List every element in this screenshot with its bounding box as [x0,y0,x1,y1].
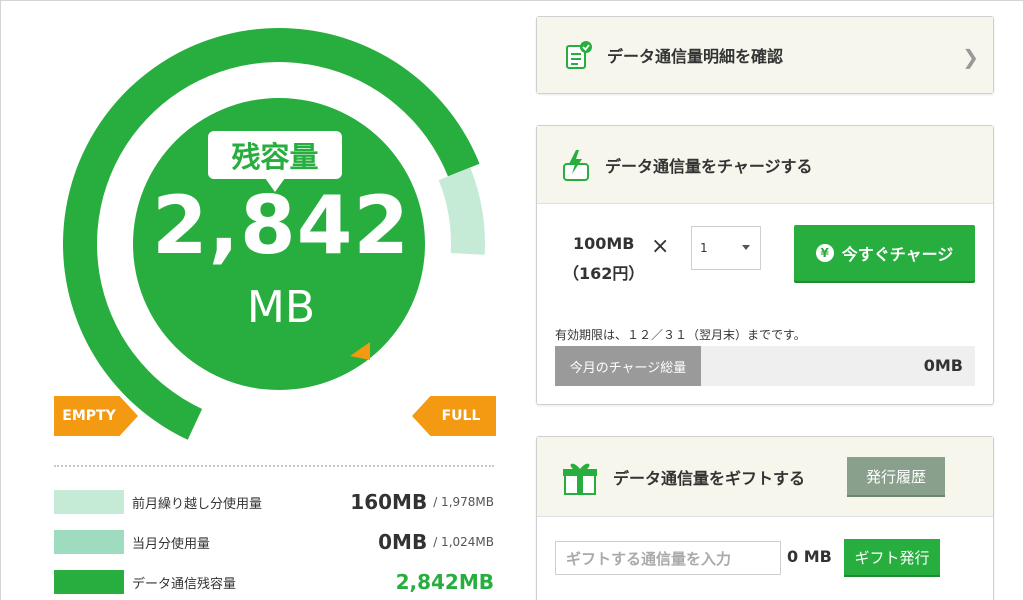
legend-swatch [54,570,124,594]
gift-card: データ通信量をギフトする 発行履歴 ギフトする通信量を入力 0 MB ギフト発行 [536,436,994,600]
legend-divider [54,465,494,467]
legend-row-carryover: 前月繰り越し分使用量 160MB / 1,978MB [54,482,494,522]
usage-legend: 前月繰り越し分使用量 160MB / 1,978MB 当月分使用量 0MB / … [54,482,494,600]
legend-row-current: 当月分使用量 0MB / 1,024MB [54,522,494,562]
multiply-sign: × [651,234,670,259]
charge-header: データ通信量をチャージする [537,126,993,204]
gift-issue-button[interactable]: ギフト発行 [844,539,940,575]
charge-card: データ通信量をチャージする 100MB （162円） × 1 ¥ 今すぐチャージ… [536,125,994,405]
yen-icon: ¥ [815,244,834,262]
caret-down-icon [742,245,750,250]
legend-total: / 1,978MB [433,495,494,509]
legend-value: 0MB [378,530,428,554]
quantity-value: 1 [700,241,708,255]
monthly-charge-total-value: 0MB [923,356,963,375]
charge-expiry-note: 有効期限は、１２／３１（翌月末）までです。 [555,328,806,342]
charge-price-block: 100MB （162円） [563,229,644,289]
document-check-icon [565,40,593,70]
remaining-value: 2,842 [151,179,411,272]
gift-history-button[interactable]: 発行履歴 [847,457,945,495]
remaining-label-tag: 残容量 [208,131,342,192]
gauge-used-arc [438,167,485,255]
charge-now-label: 今すぐチャージ [841,245,954,264]
legend-row-remaining: データ通信残容量 2,842MB [54,562,494,600]
gift-amount-unit: 0 MB [787,547,832,566]
remaining-unit: MB [246,282,316,333]
legend-swatch [54,530,124,554]
legend-total: / 1,024MB [433,535,494,549]
legend-value: 160MB [350,490,428,514]
gift-amount-input[interactable]: ギフトする通信量を入力 [555,541,781,575]
usage-details-header[interactable]: データ通信量明細を確認 [537,17,993,93]
charge-now-button[interactable]: ¥ 今すぐチャージ [794,225,975,281]
quantity-select[interactable]: 1 [691,226,761,270]
chevron-right-icon[interactable]: ❯ [962,45,979,69]
charge-bolt-icon [561,148,591,182]
legend-value: 2,842MB [395,570,494,594]
charge-title: データ通信量をチャージする [605,156,813,176]
legend-swatch [54,490,124,514]
gift-title: データ通信量をギフトする [613,468,806,488]
legend-label: 当月分使用量 [132,536,211,552]
legend-label: 前月繰り越し分使用量 [132,496,263,512]
remaining-gauge: 残容量 2,842 MB EMPTY FULL [52,16,506,456]
usage-details-card[interactable]: データ通信量明細を確認 ❯ [536,16,994,94]
legend-label: データ通信残容量 [132,576,237,592]
charge-price: （162円） [563,264,645,283]
charge-amount: 100MB [572,234,635,253]
monthly-charge-total-label: 今月のチャージ総量 [555,346,701,386]
gift-box-icon [561,458,599,496]
monthly-charge-total: 今月のチャージ総量 0MB [555,346,975,386]
usage-details-title: データ通信量明細を確認 [607,47,784,66]
